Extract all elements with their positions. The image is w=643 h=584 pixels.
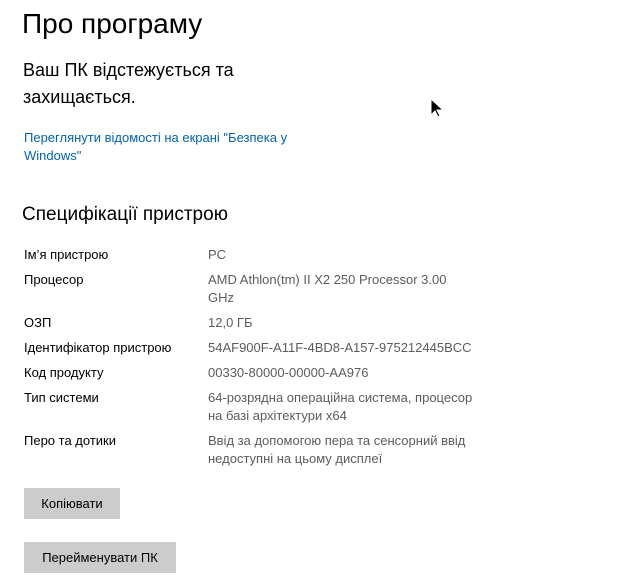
spec-row-processor: Процесор AMD Athlon(tm) II X2 250 Proces… — [24, 271, 484, 307]
spec-value: 12,0 ГБ — [208, 315, 253, 330]
mouse-pointer-icon — [430, 97, 445, 118]
copy-button[interactable]: Копіювати — [24, 488, 120, 519]
spec-label: Ім’я пристрою — [24, 247, 109, 262]
spec-value: 00330-80000-00000-AA976 — [208, 365, 369, 380]
spec-label: Ідентифікатор пристрою — [24, 340, 172, 355]
spec-row-pen-touch: Перо та дотики Ввід за допомогою пера та… — [24, 432, 484, 468]
spec-value: AMD Athlon(tm) II X2 250 Processor 3.00 … — [208, 272, 447, 305]
windows-security-link[interactable]: Переглянути відомості на екрані "Безпека… — [24, 129, 324, 165]
spec-label: ОЗП — [24, 315, 52, 330]
spec-label: Перо та дотики — [24, 433, 116, 448]
spec-row-device-name: Ім’я пристрою PC — [24, 246, 484, 264]
spec-value: PC — [208, 247, 227, 262]
spec-label: Процесор — [24, 272, 84, 287]
device-specifications-heading: Специфікації пристрою — [22, 204, 228, 225]
rename-pc-button[interactable]: Перейменувати ПК — [24, 542, 176, 573]
protection-status-text: Ваш ПК відстежується та захищається. — [23, 60, 234, 107]
spec-label: Тип системи — [24, 390, 99, 405]
spec-value: Ввід за допомогою пера та сенсорний ввід… — [208, 433, 466, 466]
device-specifications-list: Ім’я пристрою PC Процесор AMD Athlon(tm)… — [24, 246, 484, 475]
spec-row-product-id: Код продукту 00330-80000-00000-AA976 — [24, 364, 484, 382]
spec-row-system-type: Тип системи 64-розрядна операційна систе… — [24, 389, 484, 425]
spec-value: 64-розрядна операційна система, процесор… — [208, 390, 473, 423]
page-title: Про програму — [22, 8, 203, 39]
spec-row-ram: ОЗП 12,0 ГБ — [24, 314, 484, 332]
spec-row-device-id: Ідентифікатор пристрою 54AF900F-A11F-4BD… — [24, 339, 484, 357]
spec-label: Код продукту — [24, 365, 104, 380]
spec-value: 54AF900F-A11F-4BD8-A157-975212445BCC — [208, 340, 472, 355]
